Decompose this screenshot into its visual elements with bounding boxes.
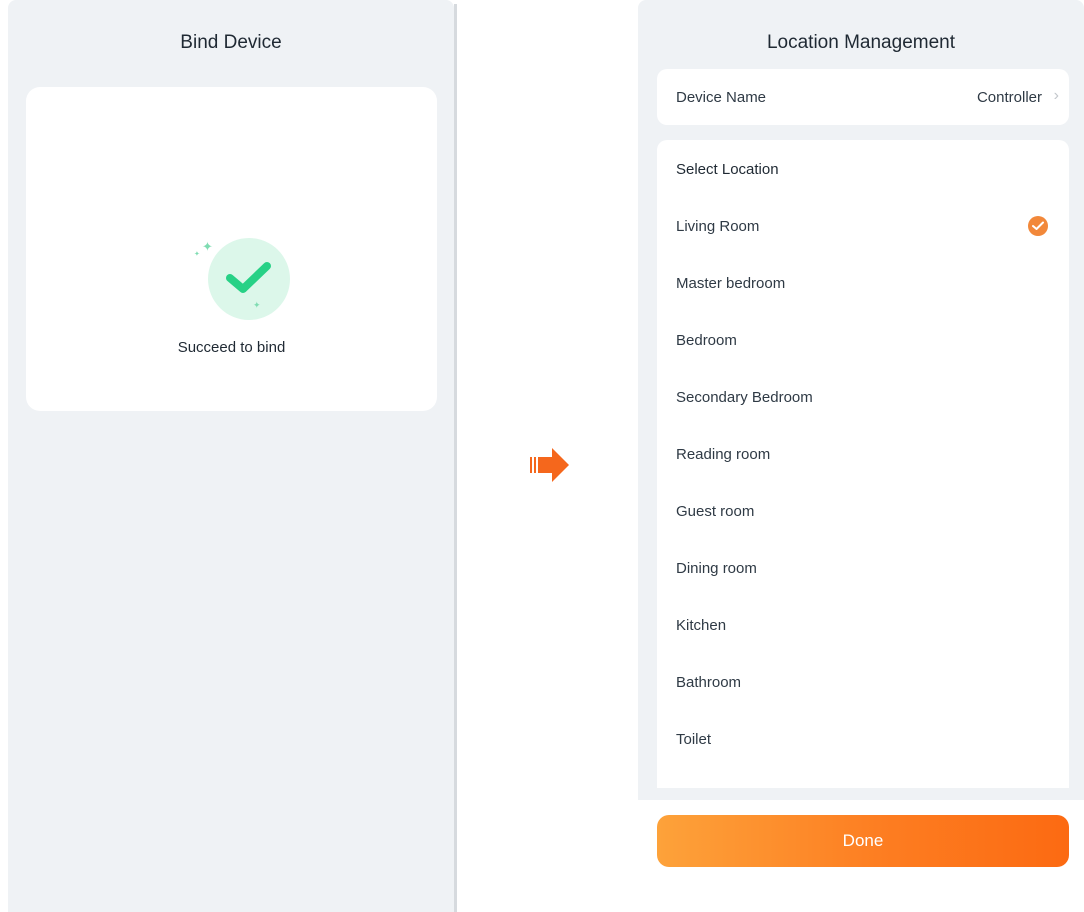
location-item-master-bedroom[interactable]: Master bedroom <box>657 264 1069 304</box>
location-label: Bedroom <box>676 332 737 349</box>
device-name-value: Controller <box>976 89 1042 106</box>
location-label: Reading room <box>676 446 771 463</box>
bind-device-screen: Bind Device ✦ ✦ ✦ Succeed to bind <box>8 0 454 912</box>
location-label: Dining room <box>676 560 757 577</box>
success-check-icon <box>208 238 290 320</box>
page-title: Location Management <box>766 32 955 53</box>
location-item-living-room[interactable]: Living Room <box>657 207 1069 247</box>
success-message: Succeed to bind <box>177 339 286 356</box>
bottom-action-bar: Done <box>638 800 1084 912</box>
location-item-toilet[interactable]: Toilet <box>657 720 1069 760</box>
location-list-card: Select Location Living Room Master bedro… <box>657 140 1069 788</box>
location-item-kitchen[interactable]: Kitchen <box>657 606 1069 646</box>
location-item-reading-room[interactable]: Reading room <box>657 435 1069 475</box>
device-name-label: Device Name <box>676 89 767 106</box>
location-item-bathroom[interactable]: Bathroom <box>657 663 1069 703</box>
location-item-bedroom[interactable]: Bedroom <box>657 321 1069 361</box>
bind-result-card: ✦ ✦ ✦ Succeed to bind <box>26 87 437 411</box>
location-label: Kitchen <box>676 617 727 634</box>
page-title: Bind Device <box>180 32 282 53</box>
location-item-secondary-bedroom[interactable]: Secondary Bedroom <box>657 378 1069 418</box>
selected-check-icon <box>1028 216 1048 236</box>
location-label: Living Room <box>676 218 760 235</box>
location-label: Master bedroom <box>676 275 786 292</box>
location-label: Toilet <box>676 731 712 748</box>
chevron-right-icon: › <box>1053 87 1059 104</box>
location-label: Bathroom <box>676 674 742 691</box>
sparkle-icon: ✦ <box>194 251 200 258</box>
location-label: Secondary Bedroom <box>676 389 813 406</box>
device-name-row[interactable]: Device Name Controller › <box>657 69 1069 125</box>
location-item-guest-room[interactable]: Guest room <box>657 492 1069 532</box>
select-location-heading: Select Location <box>676 161 779 178</box>
sparkle-icon: ✦ <box>202 239 213 254</box>
screen-divider <box>454 4 457 912</box>
location-item-dining-room[interactable]: Dining room <box>657 549 1069 589</box>
right-arrow-icon <box>528 447 570 483</box>
done-button[interactable]: Done <box>657 815 1069 867</box>
location-label: Guest room <box>676 503 755 520</box>
location-management-screen: Location Management Device Name Controll… <box>638 0 1084 912</box>
sparkle-icon: ✦ <box>253 300 261 310</box>
